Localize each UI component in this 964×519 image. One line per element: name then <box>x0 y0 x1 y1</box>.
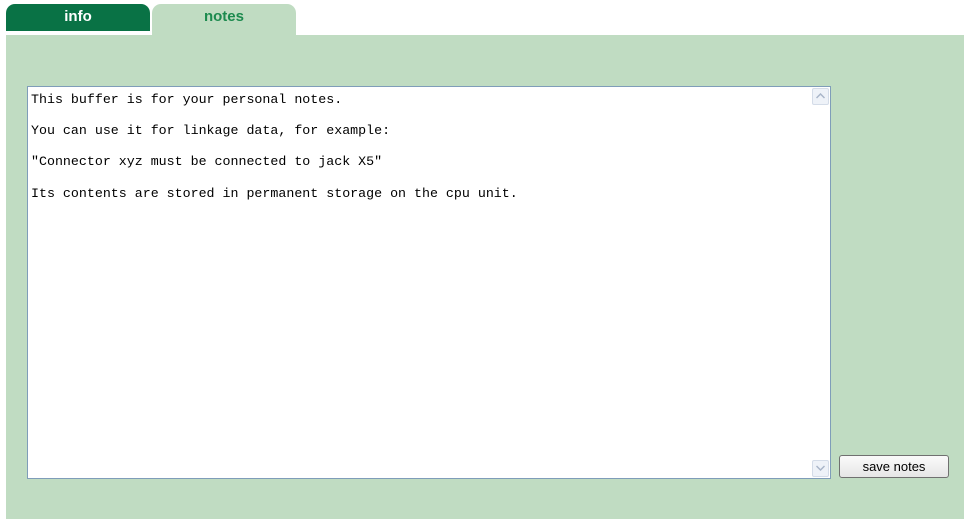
notes-textarea-container: This buffer is for your personal notes. … <box>27 86 831 479</box>
scroll-up-button[interactable] <box>812 88 829 105</box>
notes-textarea[interactable]: This buffer is for your personal notes. … <box>31 92 811 472</box>
notes-panel: This buffer is for your personal notes. … <box>6 35 964 519</box>
save-notes-button[interactable]: save notes <box>839 455 949 478</box>
tab-info[interactable]: info <box>6 4 150 31</box>
scroll-down-button[interactable] <box>812 460 829 477</box>
tab-notes[interactable]: notes <box>152 4 296 35</box>
notes-page: info notes This buffer is for your perso… <box>0 0 964 519</box>
chevron-down-icon <box>816 465 825 471</box>
chevron-up-icon <box>816 93 825 99</box>
vertical-scrollbar[interactable] <box>812 88 829 477</box>
tab-bar: info notes <box>6 4 306 35</box>
